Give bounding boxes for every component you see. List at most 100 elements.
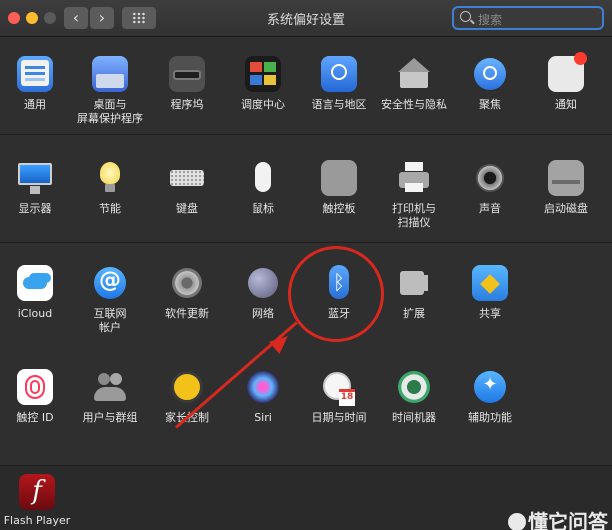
dock-icon <box>169 56 205 92</box>
pref-label: 显示器 <box>18 202 52 215</box>
keyboard-icon <box>169 160 205 196</box>
pref-label: 时间机器 <box>392 411 436 424</box>
window-title: 系统偏好设置 <box>266 13 345 28</box>
back-button[interactable]: ‹ <box>64 7 88 29</box>
pref-label: 通知 <box>555 98 577 111</box>
close-window-button[interactable] <box>8 12 20 24</box>
pref-notifications[interactable]: 通知 <box>528 52 604 112</box>
pref-security-privacy[interactable]: 安全性与隐私 <box>376 56 452 112</box>
pref-sharing[interactable]: 共享 <box>452 265 528 321</box>
pref-time-machine[interactable]: 时间机器 <box>376 369 452 425</box>
zoom-window-button[interactable] <box>44 12 56 24</box>
icloud-icon <box>17 265 53 301</box>
pref-spotlight[interactable]: 聚焦 <box>452 56 528 112</box>
pref-energy-saver[interactable]: 节能 <box>72 160 148 216</box>
pref-label: 安全性与隐私 <box>381 98 447 111</box>
software-update-icon <box>169 265 205 301</box>
highlight-circle <box>288 246 384 342</box>
pref-printers-scanners[interactable]: 打印机与 扫描仪 <box>376 160 452 230</box>
pref-label: 声音 <box>479 202 501 215</box>
pref-dock[interactable]: 程序坞 <box>149 56 225 112</box>
pref-label: 日期与时间 <box>311 411 367 424</box>
internet-accounts-icon <box>92 265 128 301</box>
pref-label: 通用 <box>24 98 46 111</box>
pref-sound[interactable]: 声音 <box>452 160 528 216</box>
startup-disk-icon <box>548 160 584 196</box>
pref-label: 节能 <box>99 202 121 215</box>
users-groups-icon <box>92 369 128 405</box>
pref-desktop-screensaver[interactable]: 桌面与 屏幕保护程序 <box>72 56 148 126</box>
energy-saver-icon <box>92 160 128 196</box>
chevron-left-icon: ‹ <box>72 8 80 27</box>
printers-scanners-icon <box>396 160 432 196</box>
trackpad-icon <box>321 160 357 196</box>
desktop-screensaver-icon <box>92 56 128 92</box>
pref-label: 共享 <box>479 307 501 320</box>
date-time-icon <box>321 369 357 406</box>
notifications-icon <box>548 52 587 92</box>
pref-label: 键盘 <box>176 202 198 215</box>
pref-label: 桌面与 屏幕保护程序 <box>77 98 143 125</box>
pref-label: iCloud <box>17 307 53 320</box>
accessibility-icon <box>472 369 508 405</box>
mission-control-icon <box>245 56 281 92</box>
pref-users-groups[interactable]: 用户与群组 <box>72 369 148 425</box>
watermark-text: 懂它问答 <box>528 510 608 530</box>
siri-icon <box>245 369 281 405</box>
pref-label: 触控 ID <box>16 411 54 424</box>
pref-internet-accounts[interactable]: 互联网 帐户 <box>72 265 148 335</box>
pref-trackpad[interactable]: 触控板 <box>301 160 377 216</box>
pref-software-update[interactable]: 软件更新 <box>149 265 225 321</box>
sound-icon <box>472 160 508 196</box>
pref-date-time[interactable]: 日期与时间 <box>301 369 377 425</box>
pref-label: 辅助功能 <box>468 411 512 424</box>
watermark: 懂它问答 <box>508 506 608 530</box>
watermark-logo-icon <box>508 513 526 530</box>
pref-displays[interactable]: 显示器 <box>0 160 73 216</box>
minimize-window-button[interactable] <box>26 12 38 24</box>
pref-label: 聚焦 <box>479 98 501 111</box>
pref-label: Siri <box>254 411 272 424</box>
pref-extensions[interactable]: 扩展 <box>376 265 452 321</box>
pref-touch-id[interactable]: 触控 ID <box>0 369 73 425</box>
spotlight-icon <box>472 56 508 92</box>
parental-controls-icon <box>169 369 205 405</box>
pref-mission-control[interactable]: 调度中心 <box>225 56 301 112</box>
pref-accessibility[interactable]: 辅助功能 <box>452 369 528 425</box>
pref-mouse[interactable]: 鼠标 <box>225 160 301 216</box>
pref-label: 用户与群组 <box>82 411 138 424</box>
forward-button[interactable]: › <box>90 7 114 29</box>
flash-player-icon <box>19 474 55 510</box>
security-privacy-icon <box>396 56 432 92</box>
pref-siri[interactable]: Siri <box>225 369 301 425</box>
pref-label: 调度中心 <box>241 98 285 111</box>
pref-flash-player[interactable]: Flash Player <box>0 474 77 528</box>
chevron-right-icon: › <box>98 8 106 27</box>
pref-label: 启动磁盘 <box>544 202 588 215</box>
pref-language-region[interactable]: 语言与地区 <box>301 56 377 112</box>
time-machine-icon <box>396 369 432 405</box>
pref-label: 程序坞 <box>170 98 204 111</box>
general-icon <box>17 56 53 92</box>
pref-startup-disk[interactable]: 启动磁盘 <box>528 160 604 216</box>
mouse-icon <box>245 160 281 196</box>
sharing-icon <box>472 265 508 301</box>
displays-icon <box>17 160 53 196</box>
pref-icloud[interactable]: iCloud <box>0 265 73 321</box>
pref-label: 语言与地区 <box>311 98 367 111</box>
grid-icon <box>132 12 146 24</box>
show-all-button[interactable] <box>122 7 156 29</box>
pref-label: 鼠标 <box>252 202 274 215</box>
pref-label: 软件更新 <box>165 307 209 320</box>
pref-label: 互联网 帐户 <box>93 307 127 334</box>
title-bar: ‹ › 系统偏好设置 搜索 <box>0 0 612 37</box>
search-field[interactable]: 搜索 <box>452 6 604 30</box>
pref-keyboard[interactable]: 键盘 <box>149 160 225 216</box>
language-region-icon <box>321 56 357 92</box>
touch-id-icon <box>17 369 53 405</box>
pref-label: Flash Player <box>3 514 71 527</box>
search-icon <box>460 11 471 22</box>
network-icon <box>245 265 281 301</box>
pref-label: 打印机与 扫描仪 <box>392 202 436 229</box>
pref-general[interactable]: 通用 <box>0 56 73 112</box>
